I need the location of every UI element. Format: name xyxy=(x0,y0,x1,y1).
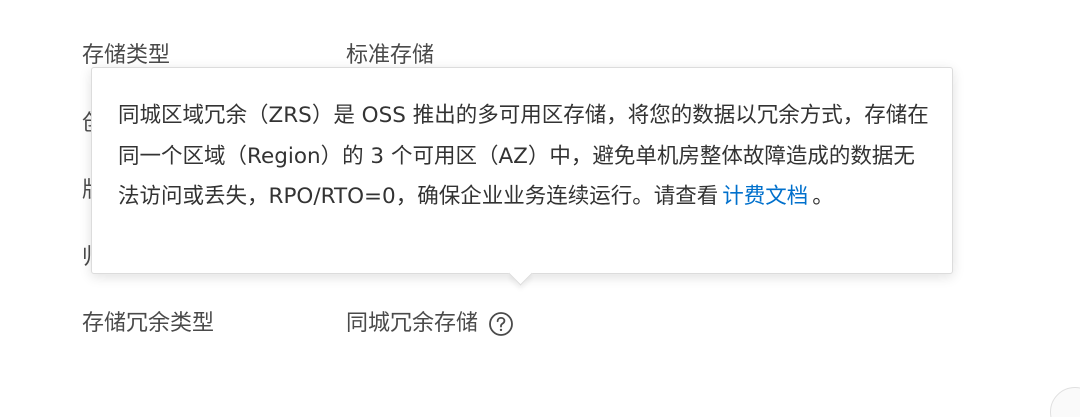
question-circle-icon[interactable] xyxy=(488,311,514,337)
tooltip-arrow xyxy=(508,261,533,286)
billing-doc-link[interactable]: 计费文档 xyxy=(718,184,812,209)
detail-page: 存储类型 标准存储 创 版 归 存储冗余类型 同城冗余存储 同城区域冗余（ZRS… xyxy=(0,0,1080,417)
tooltip-suffix: 。 xyxy=(812,184,834,209)
redundancy-tooltip: 同城区域冗余（ZRS）是 OSS 推出的多可用区存储，将您的数据以冗余方式，存储… xyxy=(91,67,953,286)
storage-redundancy-row: 存储冗余类型 同城冗余存储 xyxy=(0,304,1080,344)
storage-redundancy-label: 存储冗余类型 xyxy=(82,311,215,336)
tooltip-content: 同城区域冗余（ZRS）是 OSS 推出的多可用区存储，将您的数据以冗余方式，存储… xyxy=(118,96,930,218)
storage-redundancy-value-wrap: 同城冗余存储 xyxy=(346,304,514,344)
corner-control xyxy=(1050,387,1080,417)
storage-redundancy-value: 同城冗余存储 xyxy=(346,311,479,336)
